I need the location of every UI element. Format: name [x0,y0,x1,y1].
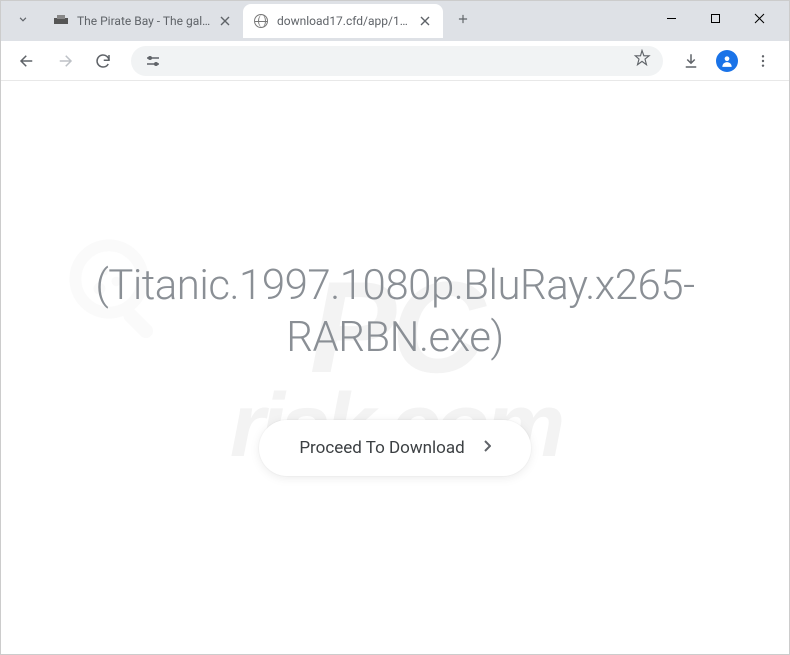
toolbar [1,41,789,81]
address-bar[interactable] [131,46,663,76]
bookmark-button[interactable] [633,49,651,72]
kebab-icon [755,53,771,69]
minimize-button[interactable] [649,3,693,33]
chevron-right-icon [483,440,491,456]
tab-pirate-bay[interactable]: The Pirate Bay - The galaxy's m… [43,4,243,38]
tab-search-button[interactable] [9,5,37,33]
close-icon [220,16,230,26]
profile-button[interactable] [711,45,743,77]
window-controls [649,1,781,41]
maximize-button[interactable] [693,3,737,33]
tab-title: The Pirate Bay - The galaxy's m… [77,14,211,28]
printer-icon [53,13,69,29]
forward-button[interactable] [49,45,81,77]
download-icon [682,52,700,70]
toolbar-right [675,45,779,77]
close-button[interactable] [737,3,781,33]
avatar-icon [716,50,738,72]
new-tab-button[interactable] [449,5,477,33]
downloads-button[interactable] [675,45,707,77]
titlebar: The Pirate Bay - The galaxy's m… downloa… [1,1,789,41]
reload-button[interactable] [87,45,119,77]
reload-icon [94,52,112,70]
tab-title: download17.cfd/app/11/?&lpk… [277,14,411,28]
menu-button[interactable] [747,45,779,77]
page-content: (Titanic.1997.1080p.BluRay.x265-RARBN.ex… [1,81,789,654]
back-button[interactable] [11,45,43,77]
tab-close-button[interactable] [417,13,433,29]
minimize-icon [666,13,677,24]
tab-strip: The Pirate Bay - The galaxy's m… downloa… [9,1,477,41]
button-label: Proceed To Download [299,438,464,458]
plus-icon [456,12,470,26]
tab-download[interactable]: download17.cfd/app/11/?&lpk… [243,4,443,38]
close-icon [754,13,765,24]
browser-window: The Pirate Bay - The galaxy's m… downloa… [0,0,790,655]
filename-text: (Titanic.1997.1080p.BluRay.x265-RARBN.ex… [21,260,769,365]
close-icon [420,16,430,26]
tab-close-button[interactable] [217,13,233,29]
site-settings-icon[interactable] [143,51,163,71]
proceed-download-button[interactable]: Proceed To Download [259,420,530,476]
maximize-icon [710,13,721,24]
viewport: PC risk.com (Titanic.1997.1080p.BluRay.x… [1,81,789,654]
arrow-left-icon [18,52,36,70]
star-icon [633,49,651,67]
chevron-down-icon [16,12,30,26]
globe-icon [253,13,269,29]
arrow-right-icon [56,52,74,70]
